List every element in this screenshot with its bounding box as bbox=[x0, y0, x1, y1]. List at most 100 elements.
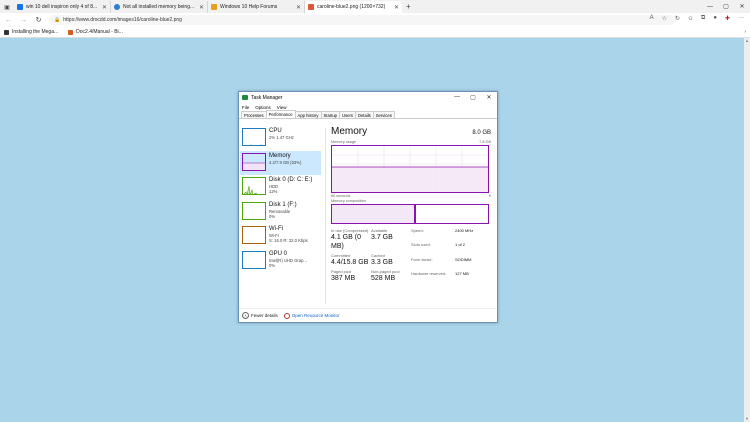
url-text: https://www.drocdd.com/images16/caroline… bbox=[63, 17, 182, 23]
memory-detail: Memory 8.0 GB Memory usage 7.8 GB 60 sec… bbox=[331, 126, 491, 285]
resource-detail: 0% bbox=[269, 262, 276, 268]
spec-label: Hardware reserved: bbox=[411, 270, 447, 276]
bookmark-item[interactable]: Doc2.4/Manual - Bi... bbox=[68, 29, 123, 35]
memory-thumbnail bbox=[242, 152, 266, 171]
resource-name: CPU bbox=[269, 128, 282, 134]
tab-details[interactable]: Details bbox=[354, 111, 374, 118]
resource-disk0[interactable]: Disk 0 (D: C: E:) HDD 12% bbox=[240, 175, 321, 200]
tm-footer: ˄ Fewer details Open Resource Monitor bbox=[239, 308, 497, 322]
resource-name: GPU 0 bbox=[269, 250, 288, 257]
scrollbar[interactable]: ▲ ▼ bbox=[744, 38, 750, 422]
collections-icon[interactable]: ⧉ bbox=[701, 15, 705, 22]
tab-performance[interactable]: Performance bbox=[265, 110, 296, 118]
memory-composition-bar[interactable] bbox=[331, 204, 489, 224]
tab-services[interactable]: Services bbox=[372, 111, 395, 118]
resource-monitor-icon bbox=[283, 312, 290, 319]
close-tab-icon[interactable]: ✕ bbox=[296, 4, 301, 11]
gpu-thumbnail bbox=[242, 250, 266, 269]
spec-value: 127 MB bbox=[455, 270, 469, 276]
bookmarks-bar: Installing the Mega... Doc2.4/Manual - B… bbox=[0, 27, 750, 38]
browser-tab-1[interactable]: win 10 dell inspiron only 4 of 8... ✕ bbox=[14, 1, 111, 13]
stat-value: 4.1 GB (0 MB) bbox=[331, 234, 361, 250]
lock-icon: 🔒 bbox=[54, 17, 61, 23]
memory-title: Memory bbox=[331, 126, 368, 137]
more-icon[interactable]: ··· bbox=[738, 15, 744, 22]
menu-file[interactable]: File bbox=[242, 105, 249, 110]
spec-label: Speed: bbox=[411, 228, 424, 233]
resource-gpu[interactable]: GPU 0 Intel(R) UHD Grap... 0% bbox=[240, 249, 321, 274]
bookmark-label: Doc2.4/Manual - Bi... bbox=[76, 29, 123, 35]
chevron-up-icon: ˄ bbox=[242, 312, 249, 319]
refresh-icon[interactable]: ↻ bbox=[34, 16, 43, 24]
tab-app-history[interactable]: App history bbox=[294, 111, 322, 118]
resource-memory[interactable]: Memory 4.2/7.9 GB (53%) bbox=[240, 150, 321, 175]
menu-options[interactable]: Options bbox=[255, 105, 271, 110]
browser-tab-4[interactable]: caroline-blue2.png (1200×732) ✕ bbox=[305, 1, 402, 13]
close-tab-icon[interactable]: ✕ bbox=[199, 4, 204, 11]
resource-detail: 2% 1.47 GHz bbox=[269, 135, 294, 140]
resource-detail: S: 16.0 R: 32.0 Kbps bbox=[269, 238, 308, 243]
forward-icon[interactable]: → bbox=[19, 17, 28, 24]
panel-divider bbox=[325, 128, 326, 304]
close-icon[interactable]: ✕ bbox=[481, 94, 497, 101]
fewer-details-button[interactable]: ˄ Fewer details bbox=[242, 312, 278, 319]
tab-title: win 10 dell inspiron only 4 of 8... bbox=[26, 4, 98, 10]
extension-icon[interactable]: ✚ bbox=[725, 15, 730, 22]
tm-titlebar: Task Manager — ▢ ✕ bbox=[239, 92, 497, 103]
profile-icon[interactable]: ● bbox=[713, 15, 717, 22]
memory-stats: In use (Compressed) 4.1 GB (0 MB) Availa… bbox=[331, 228, 491, 285]
bookmark-item[interactable]: Installing the Mega... bbox=[4, 29, 58, 35]
browser-tab-3[interactable]: Windows 10 Help Forums ✕ bbox=[208, 1, 305, 13]
maximize-icon[interactable]: ▢ bbox=[465, 94, 481, 101]
tab-users[interactable]: Users bbox=[339, 111, 356, 118]
stat-value: 387 MB bbox=[331, 275, 356, 282]
forum-icon bbox=[211, 4, 217, 10]
browser-tab-2[interactable]: Not all installed memory being... ✕ bbox=[111, 1, 208, 13]
minimize-icon[interactable]: — bbox=[702, 0, 718, 13]
favorite-star-icon[interactable]: ☆ bbox=[662, 15, 667, 22]
scroll-up-icon[interactable]: ▲ bbox=[744, 38, 750, 44]
refresh-icon[interactable]: ↻ bbox=[675, 15, 680, 22]
image-icon bbox=[308, 4, 314, 10]
resource-disk1[interactable]: Disk 1 (F:) Removable 0% bbox=[240, 200, 321, 225]
close-tab-icon[interactable]: ✕ bbox=[394, 4, 399, 11]
composition-standby bbox=[416, 205, 488, 223]
spec-value: 1 of 2 bbox=[455, 242, 466, 248]
favorites-icon[interactable]: ✩ bbox=[688, 15, 693, 22]
resource-wifi[interactable]: Wi-Fi Wi-Fi S: 16.0 R: 32.0 Kbps bbox=[240, 224, 321, 249]
disk1-thumbnail bbox=[242, 201, 266, 220]
task-manager-window: Task Manager — ▢ ✕ File Options View Pro… bbox=[238, 91, 498, 323]
stat-value: 3.7 GB bbox=[371, 234, 393, 241]
tab-title: Not all installed memory being... bbox=[123, 4, 195, 10]
stat-value: 3.3 GB bbox=[371, 259, 393, 266]
spec-label: Form factor: bbox=[411, 256, 433, 262]
resource-name: Disk 1 (F:) bbox=[269, 201, 297, 208]
open-resource-monitor-link[interactable]: Open Resource Monitor bbox=[283, 312, 340, 319]
window-controls: — ▢ ✕ bbox=[702, 0, 750, 13]
site-icon bbox=[114, 4, 120, 10]
read-aloud-icon[interactable]: A bbox=[650, 15, 654, 22]
scroll-down-icon[interactable]: ▼ bbox=[744, 416, 750, 422]
minimize-icon[interactable]: — bbox=[449, 94, 465, 101]
tm-tabs: Processes Performance App history Startu… bbox=[239, 110, 497, 119]
browser-toolbar: A ☆ ↻ ✩ ⧉ ● ✚ ··· bbox=[650, 15, 744, 22]
new-tab-button[interactable]: + bbox=[402, 1, 415, 13]
tab-title: Windows 10 Help Forums bbox=[220, 4, 278, 10]
tab-actions-icon[interactable]: ▣ bbox=[0, 2, 14, 13]
close-window-icon[interactable]: ✕ bbox=[734, 0, 750, 13]
menu-view[interactable]: View bbox=[277, 105, 287, 110]
maximize-icon[interactable]: ▢ bbox=[718, 0, 734, 13]
close-tab-icon[interactable]: ✕ bbox=[102, 4, 107, 11]
time-span-label: 60 seconds bbox=[331, 194, 351, 198]
bookmark-label: Installing the Mega... bbox=[12, 29, 59, 35]
tab-startup[interactable]: Startup bbox=[320, 111, 341, 118]
browser-tab-bar: ▣ win 10 dell inspiron only 4 of 8... ✕ … bbox=[0, 0, 750, 13]
back-icon[interactable]: ← bbox=[4, 17, 13, 24]
spec-label: Slots used: bbox=[411, 242, 431, 248]
tab-processes[interactable]: Processes bbox=[241, 111, 267, 118]
memory-usage-graph bbox=[331, 145, 489, 193]
memory-total: 8.0 GB bbox=[472, 130, 491, 136]
other-favorites-icon[interactable]: › bbox=[744, 29, 746, 35]
resource-cpu[interactable]: CPU 2% 1.47 GHz bbox=[240, 126, 321, 151]
url-field[interactable]: 🔒 https://www.drocdd.com/images16/caroli… bbox=[49, 15, 676, 25]
